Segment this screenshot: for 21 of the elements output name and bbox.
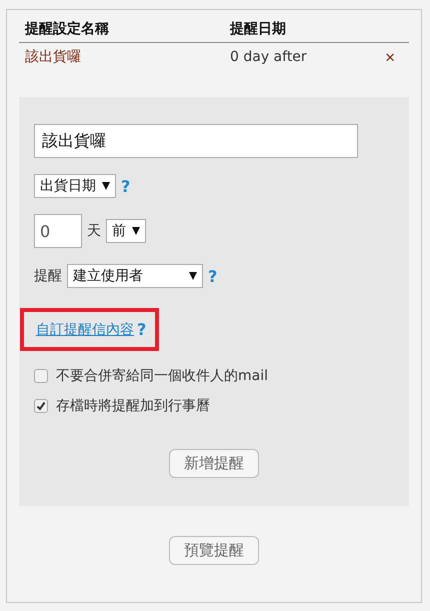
checkbox-label: 存檔時將提醒加到行事曆 [56,397,210,415]
table-cell-text: 該出貨囉 [25,48,82,66]
column-header: 提醒設定名稱 [25,20,110,38]
dropdown-arrow-icon [189,272,197,280]
delete-button[interactable]: × [377,48,403,66]
table-cell-text: 0 day after [230,49,308,65]
days-field[interactable]: 0 [34,214,82,248]
dropdown-arrow-icon [102,182,110,190]
unit-label: 天 [87,222,101,240]
column-header: 提醒日期 [230,20,287,38]
preview-button[interactable]: 預覽提醒 [169,536,259,565]
recipient-dropdown[interactable]: 建立使用者 [67,264,203,288]
checkbox[interactable] [34,399,48,413]
recipient-label: 提醒 [34,267,62,285]
date-dropdown[interactable]: 出貨日期 [34,174,116,198]
checkbox-label: 不要合併寄給同一個收件人的mail [56,367,268,385]
checkbox[interactable] [34,369,48,383]
name-field[interactable]: 該出貨囉 [34,124,358,158]
dropdown-arrow-icon [132,227,140,235]
direction-dropdown[interactable]: 前 [106,219,146,243]
add-reminder-button[interactable]: 新增提醒 [169,449,259,478]
